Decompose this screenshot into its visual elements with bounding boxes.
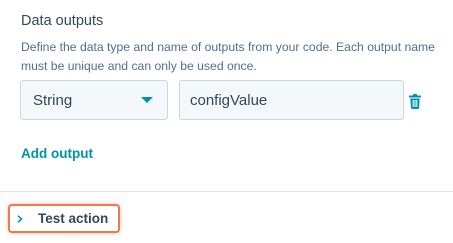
- output-name-input[interactable]: [179, 80, 404, 120]
- data-outputs-title: Data outputs: [21, 13, 104, 29]
- trash-icon[interactable]: [409, 94, 421, 109]
- test-action-label: Test action: [38, 211, 109, 226]
- add-output-link[interactable]: Add output: [21, 146, 93, 161]
- output-type-select[interactable]: String: [20, 80, 168, 120]
- section-divider: [0, 191, 453, 192]
- chevron-right-icon: [17, 214, 23, 223]
- test-action-toggle[interactable]: Test action: [8, 204, 120, 233]
- output-type-value: String: [33, 91, 73, 109]
- caret-down-icon: [141, 97, 153, 103]
- data-outputs-description: Define the data type and name of outputs…: [21, 40, 435, 73]
